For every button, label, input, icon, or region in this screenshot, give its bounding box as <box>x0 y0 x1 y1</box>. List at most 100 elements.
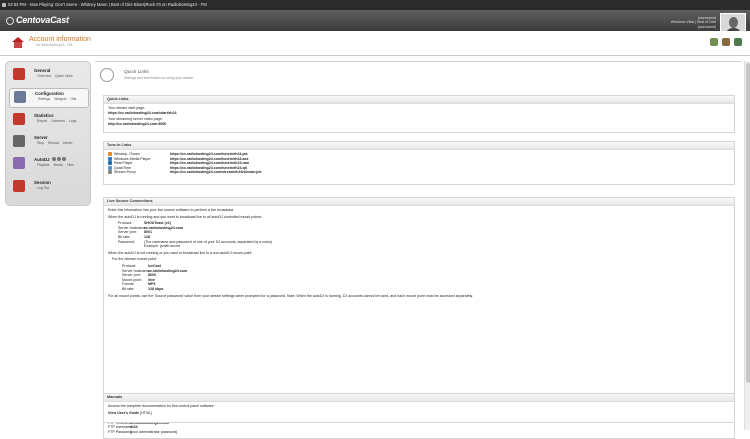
stream-proxy-icon <box>108 170 112 175</box>
tools-icon[interactable] <box>722 38 730 46</box>
setting-value: SHOUTcast (v1) <box>144 221 171 226</box>
setting-value: [your administrator password] <box>130 429 178 434</box>
setting-row: Bit rate: 128 kbps <box>122 287 730 292</box>
house-icon <box>12 37 24 49</box>
status-icon[interactable] <box>710 38 718 46</box>
sidebar-link-log-out[interactable]: Log Out <box>37 186 49 190</box>
sidebar-subs: Overview Quick Links <box>37 74 77 78</box>
sidebar-link-files[interactable]: Files <box>67 163 74 167</box>
quick-links-title: Quick Links <box>124 70 149 75</box>
sidebar-link-widgets[interactable]: Widgets <box>54 97 66 101</box>
main-content: Quick Links Settings and information for… <box>95 61 741 439</box>
tunein-link[interactable]: https://cc.radiohosting24.com/tunein/rh2… <box>170 166 247 170</box>
sidebar-item-session[interactable]: Session Log Out <box>9 178 89 198</box>
sidebar-link-overview[interactable]: Overview <box>37 74 51 78</box>
sidebar-item-server[interactable]: Server Stop Reload Admin <box>9 133 89 153</box>
user-guide-link[interactable]: View User's Guide <box>108 411 139 415</box>
sidebar-item-statistics[interactable]: Statistics Report Listeners Logs <box>9 111 89 131</box>
panel-title: Tune-In Links <box>104 142 734 150</box>
windows-media-icon <box>108 156 112 161</box>
now-playing-bar: 02:53 PM - Now Playing: Don't Seem - Whi… <box>0 0 750 10</box>
sidebar-item-title: General <box>34 68 51 73</box>
sidebar-item-title: Server <box>34 135 48 140</box>
tunein-link[interactable]: https://cc.radiohosting24.com/tunein/rh2… <box>170 161 249 165</box>
account-title: Account information <box>29 36 91 43</box>
autodj-skip-icon[interactable] <box>56 157 61 161</box>
sidebar-link-reload[interactable]: Reload <box>48 141 59 145</box>
sidebar-subs: Settings Widgets Hits <box>38 97 80 101</box>
sidebar-link-logs[interactable]: Logs <box>69 119 76 123</box>
sidebar-link-media[interactable]: Media <box>53 163 62 167</box>
page-scrollbar[interactable] <box>744 61 750 430</box>
setting-value: /live <box>148 277 155 282</box>
setting-value: rh24 <box>130 425 138 430</box>
panel-title: Live Source Connections <box>104 198 734 206</box>
logout-x-icon <box>13 180 25 192</box>
quick-links-header: Quick Links Settings and information for… <box>95 61 741 88</box>
sidebar-link-settings[interactable]: Settings <box>38 97 50 101</box>
tunein-row: Stream Proxy https://cc.radiohosting24.co… <box>108 170 730 175</box>
user-line-3: [username] <box>698 24 716 29</box>
autodj-icon <box>13 157 25 169</box>
live-settings-1: Protocol: SHOUTcast (v1) Server hostname:… <box>118 221 730 249</box>
panel-body: Your stream start page: https://cc.radio… <box>104 104 734 128</box>
panel-title: Manuals <box>104 394 734 402</box>
tunein-link[interactable]: https://cc.radiohosting24.com/tunein/rh2… <box>170 157 248 161</box>
sidebar-subs: Log Out <box>37 186 53 190</box>
sidebar-link-admin[interactable]: Admin <box>63 141 73 145</box>
panel-body: Enter this information into your live so… <box>104 206 734 300</box>
sidebar-item-title: Configuration <box>35 91 64 96</box>
sidebar-link-playlists[interactable]: Playlists <box>37 163 49 167</box>
autodj-play-icon[interactable] <box>51 157 56 161</box>
quick-links-icon <box>100 68 114 82</box>
sidebar-subs: Stop Reload Admin <box>37 141 76 145</box>
user-guide-format[interactable]: [HTML] <box>140 411 152 415</box>
config-icon <box>14 91 26 103</box>
sidebar-link-stop[interactable]: Stop <box>37 141 44 145</box>
check-icon[interactable] <box>734 38 742 46</box>
brand-name: CentovaCast <box>16 15 69 25</box>
tunein-name: Stream Proxy <box>114 170 136 175</box>
sidebar-link-quick-links[interactable]: Quick Links <box>55 74 73 78</box>
setting-value: 8001 <box>144 230 152 235</box>
sidebar-item-general[interactable]: General Overview Quick Links <box>9 66 89 86</box>
setting-value: 128 <box>144 234 150 239</box>
sidebar-item-title: Session <box>34 180 51 185</box>
scrollbar-thumb[interactable] <box>746 63 750 383</box>
avatar-head <box>729 17 738 28</box>
setting-key: FTP Password: <box>108 429 133 434</box>
sidebar: General Overview Quick Links Configuratio… <box>5 61 91 206</box>
sidebar-link-report[interactable]: Report <box>37 119 47 123</box>
mount-point-heading: For the /stream mount point: <box>112 257 158 262</box>
user-info: [username] Windows Vista | Best of Dire … <box>671 16 716 29</box>
sidebar-subs: Playlists Media Files <box>37 163 78 167</box>
sidebar-link-hits[interactable]: Hits <box>71 97 77 101</box>
setting-value: cc.radiohosting24.com <box>148 268 188 273</box>
real-player-icon <box>108 161 112 166</box>
tunein-name: Real Player <box>114 161 133 166</box>
start-page-link[interactable]: https://cc.radiohosting24.com/start/rh24 <box>108 111 730 116</box>
logo-swirl-icon <box>6 16 14 25</box>
autodj-running-text: When the autoDJ is running and you want … <box>108 214 263 219</box>
sidebar-item-title: Statistics <box>34 113 54 118</box>
panel-live-source: Live Source Connections Enter this infor… <box>103 197 735 397</box>
panel-body: Access the complete documentation for th… <box>104 402 734 417</box>
winamp-icon <box>108 152 112 157</box>
panel-quick-links: Quick Links Your stream start page: http… <box>103 95 735 133</box>
tunein-link[interactable]: https://cc.radiohosting24.com/stream/rh2… <box>170 170 261 174</box>
sidebar-link-listeners[interactable]: Listeners <box>51 119 65 123</box>
stats-icon <box>13 113 25 125</box>
brand-logo[interactable]: CentovaCast <box>6 15 69 25</box>
setting-value: (The username and password of one of you… <box>144 239 273 244</box>
setting-key: Password: <box>118 239 135 244</box>
manuals-intro: Access the complete documentation for th… <box>108 404 215 408</box>
sidebar-item-autodj[interactable]: AutoDJ Playlists Media Files <box>9 155 89 175</box>
server-page-link[interactable]: http://cc.radiohosting24.com:8000 <box>108 122 730 127</box>
live-settings-2: Protocol: IceCast Server hostname:cc.radi… <box>122 264 730 292</box>
live-intro: Enter this information into your live so… <box>108 208 235 212</box>
sidebar-item-configuration[interactable]: Configuration Settings Widgets Hits <box>9 88 89 108</box>
autodj-stop-icon[interactable] <box>61 157 66 161</box>
tunein-link[interactable]: https://cc.radiohosting24.com/tunein/rh2… <box>170 152 248 156</box>
house-icon <box>13 68 25 80</box>
now-playing-text: 02:53 PM - Now Playing: Don't Seem - Whi… <box>8 2 207 7</box>
